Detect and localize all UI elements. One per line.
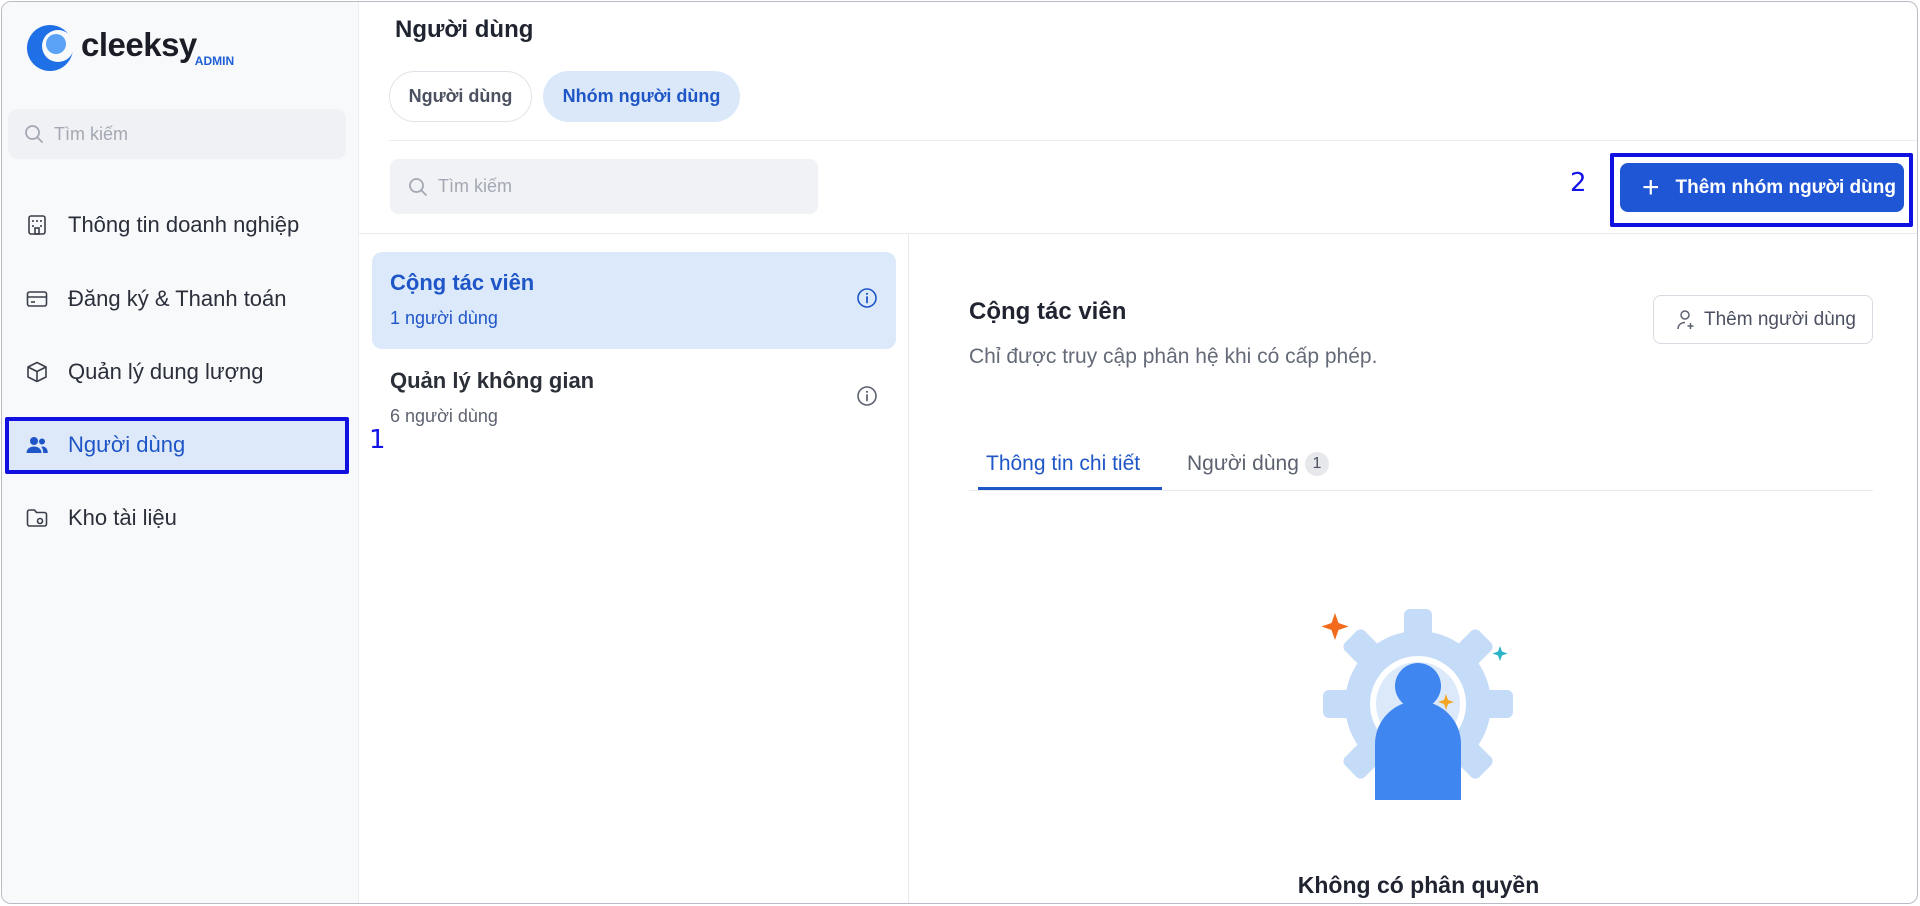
search-icon	[409, 177, 427, 196]
tab-users[interactable]: Người dùng	[389, 71, 532, 122]
group-member-count: 1 người dùng	[390, 308, 498, 328]
tab-user-groups[interactable]: Nhóm người dùng	[543, 71, 740, 122]
group-search-input[interactable]: Tìm kiếm	[390, 159, 818, 214]
logo: cleeksy ADMIN	[26, 24, 234, 72]
sidebar-item-label: Kho tài liệu	[68, 505, 177, 530]
credit-card-icon	[24, 286, 50, 312]
group-list-item-selected[interactable]: Cộng tác viên 1 người dùng	[372, 252, 896, 349]
group-detail-description: Chỉ được truy cập phân hệ khi có cấp phé…	[969, 345, 1378, 368]
group-member-count: 6 người dùng	[390, 406, 498, 426]
sidebar-item-storage[interactable]: Quản lý dung lượng	[6, 344, 346, 400]
tab-members[interactable]: Người dùng 1	[1187, 452, 1329, 476]
annotation-label-2: 2	[1570, 168, 1587, 198]
empty-state-title: Không có phân quyền	[1297, 872, 1540, 898]
tabs-divider	[969, 490, 1873, 491]
search-icon	[25, 125, 43, 143]
page-title: Người dùng	[395, 16, 534, 43]
add-user-group-button[interactable]: + Thêm nhóm người dùng	[1620, 163, 1904, 212]
no-permission-illustration	[1321, 609, 1513, 800]
group-detail-title: Cộng tác viên	[969, 298, 1127, 325]
member-count-badge: 1	[1304, 452, 1329, 476]
sidebar: cleeksy ADMIN Tìm kiếm Thông tin doanh n…	[2, 2, 359, 903]
column-divider	[908, 233, 909, 903]
brand-name: cleeksy	[81, 26, 197, 63]
tab-details[interactable]: Thông tin chi tiết	[978, 452, 1162, 490]
info-icon[interactable]	[856, 287, 878, 309]
group-name: Cộng tác viên	[390, 270, 535, 295]
logo-icon	[27, 25, 74, 71]
add-user-button[interactable]: Thêm người dùng	[1653, 295, 1873, 344]
tab-members-label: Người dùng	[1187, 452, 1299, 475]
add-user-label: Thêm người dùng	[1704, 308, 1856, 330]
group-list-item[interactable]: Quản lý không gian 6 người dùng	[372, 350, 896, 447]
folder-icon	[24, 505, 50, 531]
group-name: Quản lý không gian	[390, 368, 595, 393]
divider	[359, 233, 1917, 234]
sidebar-search-input[interactable]: Tìm kiếm	[8, 109, 346, 159]
app-window: cleeksy ADMIN Tìm kiếm Thông tin doanh n…	[1, 1, 1918, 904]
brand-sub: ADMIN	[194, 54, 235, 68]
divider	[389, 140, 1917, 141]
sidebar-search-placeholder: Tìm kiếm	[54, 123, 128, 144]
sidebar-item-users[interactable]: Người dùng	[6, 417, 346, 473]
sidebar-item-billing[interactable]: Đăng ký & Thanh toán	[6, 271, 346, 327]
box-icon	[24, 359, 50, 385]
sidebar-item-label: Quản lý dung lượng	[68, 359, 264, 384]
plus-icon: +	[1642, 170, 1660, 204]
info-icon[interactable]	[856, 385, 878, 407]
sidebar-item-business-info[interactable]: Thông tin doanh nghiệp	[6, 197, 346, 253]
sidebar-item-label: Thông tin doanh nghiệp	[68, 212, 300, 237]
building-icon	[24, 212, 50, 238]
add-user-icon	[1677, 309, 1694, 329]
sidebar-item-label: Đăng ký & Thanh toán	[68, 286, 287, 311]
sidebar-item-label: Người dùng	[68, 432, 186, 457]
sidebar-item-documents[interactable]: Kho tài liệu	[6, 490, 346, 546]
group-search-placeholder: Tìm kiếm	[438, 176, 512, 196]
add-user-group-label: Thêm nhóm người dùng	[1675, 176, 1896, 198]
users-icon	[24, 432, 50, 458]
